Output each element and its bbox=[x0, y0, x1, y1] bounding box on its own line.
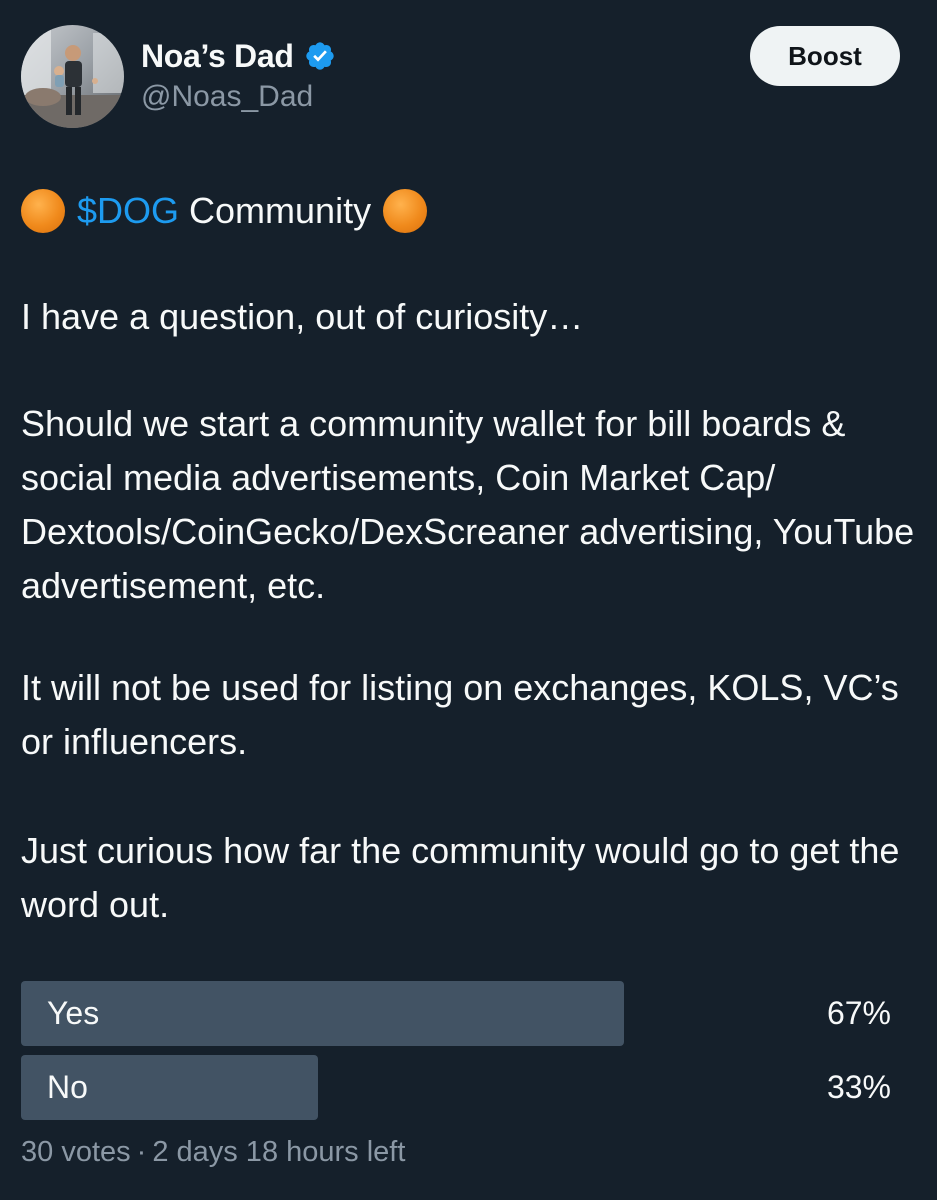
orange-circle-emoji-icon bbox=[383, 189, 428, 233]
boost-button[interactable]: Boost bbox=[750, 26, 900, 86]
poll-option-percent: 67% bbox=[826, 995, 891, 1031]
poll-option-percent: 33% bbox=[826, 1069, 891, 1105]
display-name-row: Noa’s Dad bbox=[141, 34, 336, 78]
poll-option-yes: Yes 67% bbox=[21, 981, 891, 1046]
poll-bar bbox=[21, 981, 624, 1046]
avatar[interactable] bbox=[21, 25, 124, 128]
display-name[interactable]: Noa’s Dad bbox=[141, 38, 294, 75]
post-paragraph: It will not be used for listing on excha… bbox=[21, 667, 899, 762]
poll-option-label: No bbox=[47, 1069, 88, 1105]
poll-footer: 30 votes · 2 days 18 hours left bbox=[21, 1136, 405, 1169]
post-paragraph: I have a question, out of curiosity… bbox=[21, 296, 584, 337]
post-paragraph: Should we start a community wallet for b… bbox=[21, 403, 915, 606]
poll-separator: · bbox=[136, 1136, 147, 1168]
user-handle[interactable]: @Noas_Dad bbox=[141, 80, 313, 114]
poll-option-no: No 33% bbox=[21, 1055, 891, 1120]
poll-time-left: 2 days 18 hours left bbox=[152, 1136, 406, 1168]
cashtag-link[interactable]: $DOG bbox=[77, 190, 179, 232]
orange-circle-emoji-icon bbox=[21, 189, 65, 233]
post-headline: $DOG Community bbox=[21, 186, 428, 236]
poll-option-label: Yes bbox=[47, 995, 100, 1031]
headline-text: Community bbox=[189, 190, 372, 231]
verified-badge-icon bbox=[304, 40, 336, 72]
post-paragraph: Just curious how far the community would… bbox=[21, 830, 900, 925]
poll-vote-count: 30 votes bbox=[21, 1136, 131, 1168]
